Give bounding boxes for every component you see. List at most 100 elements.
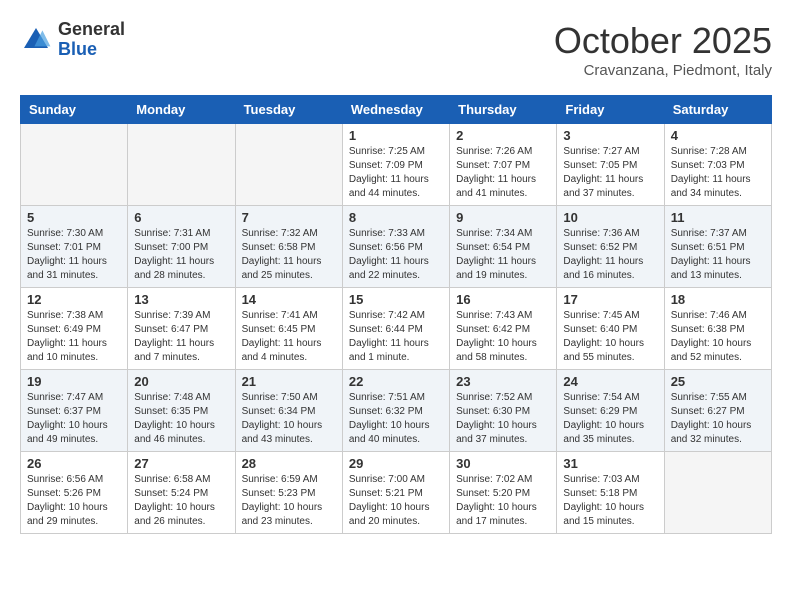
day-number: 13 [134,292,228,307]
day-number: 15 [349,292,443,307]
day-number: 24 [563,374,657,389]
calendar-cell: 19 Sunrise: 7:47 AM Sunset: 6:37 PM Dayli… [21,370,128,452]
day-number: 23 [456,374,550,389]
title-block: October 2025 Cravanzana, Piedmont, Italy [554,20,772,79]
day-number: 29 [349,456,443,471]
calendar-cell: 14 Sunrise: 7:41 AM Sunset: 6:45 PM Dayli… [235,288,342,370]
calendar-week-row: 12 Sunrise: 7:38 AM Sunset: 6:49 PM Dayli… [21,288,772,370]
day-info: Sunrise: 7:38 AM Sunset: 6:49 PM Dayligh… [27,309,121,365]
month-title: October 2025 [554,20,772,62]
day-info: Sunrise: 7:50 AM Sunset: 6:34 PM Dayligh… [242,391,336,447]
calendar-cell: 22Sunrise: 7:51 AM Sunset: 6:32 PM Dayli… [342,370,449,452]
day-info: Sunrise: 7:03 AM Sunset: 5:18 PM Dayligh… [563,473,657,529]
calendar-cell: 16 Sunrise: 7:43 AM Sunset: 6:42 PM Dayli… [450,288,557,370]
day-number: 20 [134,374,228,389]
calendar-cell: 9 Sunrise: 7:34 AM Sunset: 6:54 PM Daylig… [450,206,557,288]
calendar-cell: 10Sunrise: 7:36 AM Sunset: 6:52 PM Dayli… [557,206,664,288]
day-info: Sunrise: 7:26 AM Sunset: 7:07 PM Dayligh… [456,145,550,201]
day-number: 19 [27,374,121,389]
weekday-header-row: SundayMondayTuesdayWednesdayThursdayFrid… [21,96,772,124]
day-info: Sunrise: 7:30 AM Sunset: 7:01 PM Dayligh… [27,227,121,283]
weekday-header: Sunday [21,96,128,124]
day-info: Sunrise: 7:45 AM Sunset: 6:40 PM Dayligh… [563,309,657,365]
day-info: Sunrise: 7:37 AM Sunset: 6:51 PM Dayligh… [671,227,765,283]
weekday-header: Monday [128,96,235,124]
calendar-week-row: 1 Sunrise: 7:25 AM Sunset: 7:09 PM Daylig… [21,124,772,206]
calendar-cell: 13 Sunrise: 7:39 AM Sunset: 6:47 PM Dayli… [128,288,235,370]
day-info: Sunrise: 7:42 AM Sunset: 6:44 PM Dayligh… [349,309,443,365]
calendar-cell: 17Sunrise: 7:45 AM Sunset: 6:40 PM Dayli… [557,288,664,370]
day-info: Sunrise: 7:00 AM Sunset: 5:21 PM Dayligh… [349,473,443,529]
calendar-cell: 5 Sunrise: 7:30 AM Sunset: 7:01 PM Daylig… [21,206,128,288]
day-info: Sunrise: 7:54 AM Sunset: 6:29 PM Dayligh… [563,391,657,447]
weekday-header: Friday [557,96,664,124]
logo-general-text: General [58,19,125,39]
day-number: 31 [563,456,657,471]
calendar-cell: 3 Sunrise: 7:27 AM Sunset: 7:05 PM Daylig… [557,124,664,206]
day-number: 5 [27,210,121,225]
day-info: Sunrise: 7:28 AM Sunset: 7:03 PM Dayligh… [671,145,765,201]
logo-blue-text: Blue [58,39,97,59]
day-info: Sunrise: 6:59 AM Sunset: 5:23 PM Dayligh… [242,473,336,529]
calendar-cell: 30Sunrise: 7:02 AM Sunset: 5:20 PM Dayli… [450,452,557,534]
day-info: Sunrise: 7:52 AM Sunset: 6:30 PM Dayligh… [456,391,550,447]
day-number: 9 [456,210,550,225]
calendar-cell: 26Sunrise: 6:56 AM Sunset: 5:26 PM Dayli… [21,452,128,534]
day-info: Sunrise: 7:02 AM Sunset: 5:20 PM Dayligh… [456,473,550,529]
day-number: 16 [456,292,550,307]
calendar-week-row: 19 Sunrise: 7:47 AM Sunset: 6:37 PM Dayli… [21,370,772,452]
day-number: 27 [134,456,228,471]
calendar-week-row: 5 Sunrise: 7:30 AM Sunset: 7:01 PM Daylig… [21,206,772,288]
calendar-cell: 1 Sunrise: 7:25 AM Sunset: 7:09 PM Daylig… [342,124,449,206]
day-number: 2 [456,128,550,143]
day-number: 1 [349,128,443,143]
day-number: 7 [242,210,336,225]
calendar-cell: 24 Sunrise: 7:54 AM Sunset: 6:29 PM Dayli… [557,370,664,452]
day-info: Sunrise: 7:41 AM Sunset: 6:45 PM Dayligh… [242,309,336,365]
calendar-cell: 18Sunrise: 7:46 AM Sunset: 6:38 PM Dayli… [664,288,771,370]
day-number: 22 [349,374,443,389]
calendar-cell: 15 Sunrise: 7:42 AM Sunset: 6:44 PM Dayli… [342,288,449,370]
day-number: 4 [671,128,765,143]
day-number: 12 [27,292,121,307]
day-number: 18 [671,292,765,307]
weekday-header: Saturday [664,96,771,124]
day-info: Sunrise: 7:25 AM Sunset: 7:09 PM Dayligh… [349,145,443,201]
day-info: Sunrise: 7:34 AM Sunset: 6:54 PM Dayligh… [456,227,550,283]
calendar-cell: 8Sunrise: 7:33 AM Sunset: 6:56 PM Daylig… [342,206,449,288]
day-info: Sunrise: 7:27 AM Sunset: 7:05 PM Dayligh… [563,145,657,201]
calendar-cell: 25 Sunrise: 7:55 AM Sunset: 6:27 PM Dayli… [664,370,771,452]
day-info: Sunrise: 7:31 AM Sunset: 7:00 PM Dayligh… [134,227,228,283]
calendar-week-row: 26Sunrise: 6:56 AM Sunset: 5:26 PM Dayli… [21,452,772,534]
calendar-cell: 31 Sunrise: 7:03 AM Sunset: 5:18 PM Dayli… [557,452,664,534]
day-info: Sunrise: 7:55 AM Sunset: 6:27 PM Dayligh… [671,391,765,447]
day-number: 14 [242,292,336,307]
calendar-cell: 11 Sunrise: 7:37 AM Sunset: 6:51 PM Dayli… [664,206,771,288]
day-number: 6 [134,210,228,225]
calendar-cell [235,124,342,206]
weekday-header: Thursday [450,96,557,124]
calendar-cell: 7Sunrise: 7:32 AM Sunset: 6:58 PM Daylig… [235,206,342,288]
day-number: 21 [242,374,336,389]
day-info: Sunrise: 7:47 AM Sunset: 6:37 PM Dayligh… [27,391,121,447]
calendar-cell: 21 Sunrise: 7:50 AM Sunset: 6:34 PM Dayli… [235,370,342,452]
day-number: 28 [242,456,336,471]
calendar-cell [21,124,128,206]
page-header: General Blue October 2025 Cravanzana, Pi… [20,20,772,79]
day-info: Sunrise: 6:58 AM Sunset: 5:24 PM Dayligh… [134,473,228,529]
logo: General Blue [20,20,125,60]
calendar-cell: 6 Sunrise: 7:31 AM Sunset: 7:00 PM Daylig… [128,206,235,288]
calendar-cell: 20Sunrise: 7:48 AM Sunset: 6:35 PM Dayli… [128,370,235,452]
day-number: 25 [671,374,765,389]
logo-icon [20,24,52,56]
calendar-cell: 4 Sunrise: 7:28 AM Sunset: 7:03 PM Daylig… [664,124,771,206]
calendar-cell: 27 Sunrise: 6:58 AM Sunset: 5:24 PM Dayli… [128,452,235,534]
day-number: 3 [563,128,657,143]
day-info: Sunrise: 7:43 AM Sunset: 6:42 PM Dayligh… [456,309,550,365]
day-number: 11 [671,210,765,225]
day-number: 8 [349,210,443,225]
day-info: Sunrise: 7:39 AM Sunset: 6:47 PM Dayligh… [134,309,228,365]
calendar-cell: 23 Sunrise: 7:52 AM Sunset: 6:30 PM Dayli… [450,370,557,452]
weekday-header: Tuesday [235,96,342,124]
day-info: Sunrise: 6:56 AM Sunset: 5:26 PM Dayligh… [27,473,121,529]
